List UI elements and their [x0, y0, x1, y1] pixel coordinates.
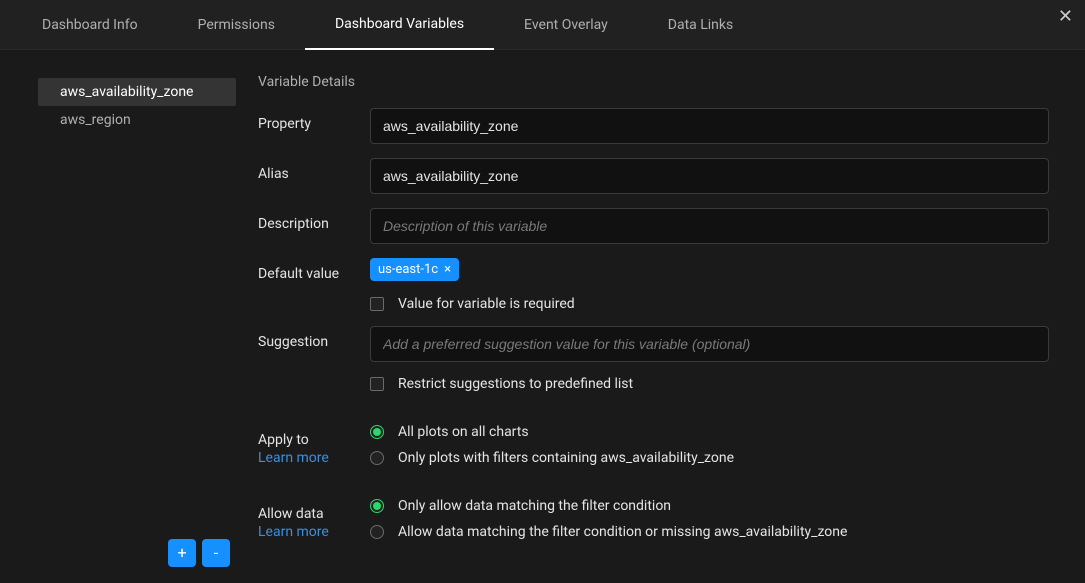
allow-data-radio-missing-label: Allow data matching the filter condition…: [398, 524, 847, 540]
tab-event-overlay[interactable]: Event Overlay: [494, 0, 638, 50]
alias-input[interactable]: [370, 158, 1049, 194]
suggestion-input[interactable]: [370, 326, 1049, 362]
alias-label: Alias: [258, 158, 370, 182]
add-variable-button[interactable]: +: [168, 539, 196, 567]
chip-text: us-east-1c: [378, 262, 438, 277]
sidebar-variable-aws-availability-zone[interactable]: aws_availability_zone: [38, 78, 236, 106]
apply-to-radio-filtered-label: Only plots with filters containing aws_a…: [398, 450, 734, 466]
chip-remove-icon[interactable]: ×: [444, 263, 451, 276]
default-value-chip[interactable]: us-east-1c ×: [370, 258, 459, 281]
tab-bar: Dashboard Info Permissions Dashboard Var…: [0, 0, 1085, 50]
restrict-checkbox[interactable]: [370, 377, 384, 391]
remove-variable-button[interactable]: -: [202, 539, 230, 567]
variable-details-panel: Variable Details Property Alias Descript…: [236, 50, 1085, 583]
allow-data-radio-matching-label: Only allow data matching the filter cond…: [398, 498, 671, 514]
tab-dashboard-variables[interactable]: Dashboard Variables: [305, 0, 494, 50]
tab-data-links[interactable]: Data Links: [638, 0, 763, 50]
allow-data-label: Allow data Learn more: [258, 498, 370, 540]
apply-to-radio-all-label: All plots on all charts: [398, 424, 529, 440]
apply-to-radio-all[interactable]: [370, 425, 384, 439]
tab-dashboard-info[interactable]: Dashboard Info: [12, 0, 168, 50]
default-value-label: Default value: [258, 258, 370, 282]
close-icon[interactable]: ✕: [1058, 8, 1073, 26]
description-label: Description: [258, 208, 370, 232]
apply-to-radio-filtered[interactable]: [370, 451, 384, 465]
required-checkbox[interactable]: [370, 297, 384, 311]
apply-to-label: Apply to Learn more: [258, 424, 370, 466]
suggestion-label: Suggestion: [258, 326, 370, 350]
tab-permissions[interactable]: Permissions: [168, 0, 305, 50]
apply-to-learn-more-link[interactable]: Learn more: [258, 450, 370, 466]
allow-data-radio-missing[interactable]: [370, 525, 384, 539]
panel-title: Variable Details: [258, 74, 1049, 90]
property-label: Property: [258, 108, 370, 132]
property-input[interactable]: [370, 108, 1049, 144]
description-input[interactable]: [370, 208, 1049, 244]
allow-data-radio-matching[interactable]: [370, 499, 384, 513]
sidebar-variable-aws-region[interactable]: aws_region: [38, 106, 236, 134]
required-label: Value for variable is required: [398, 296, 575, 312]
variables-sidebar: aws_availability_zone aws_region + -: [0, 50, 236, 583]
allow-data-learn-more-link[interactable]: Learn more: [258, 524, 370, 540]
restrict-label: Restrict suggestions to predefined list: [398, 376, 633, 392]
